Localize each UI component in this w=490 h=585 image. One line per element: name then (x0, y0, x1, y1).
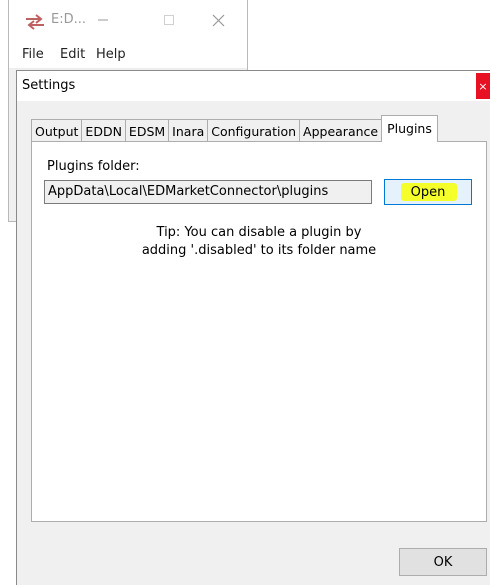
tab-appearance[interactable]: Appearance (299, 119, 383, 142)
menu-bar: File Edit Help (9, 38, 247, 69)
maximize-icon (164, 15, 174, 25)
ok-button[interactable]: OK (399, 548, 487, 576)
menu-file[interactable]: File (22, 47, 44, 62)
close-icon: × (478, 79, 488, 93)
tab-output[interactable]: Output (31, 119, 83, 142)
plugins-folder-field[interactable]: AppData\Local\EDMarketConnector\plugins (44, 180, 372, 204)
minimize-icon (98, 19, 108, 21)
tip-line-1: Tip: You can disable a plugin by (156, 225, 362, 240)
tab-edsm[interactable]: EDSM (124, 119, 170, 142)
minimize-button[interactable] (89, 8, 117, 32)
app-icon (26, 14, 44, 30)
maximize-button[interactable] (155, 8, 183, 32)
settings-dialog: Settings × Output EDDN EDSM Inara Config… (16, 70, 490, 585)
plugins-tip: Tip: You can disable a plugin by adding … (32, 224, 486, 260)
main-titlebar[interactable]: E:D... (9, 0, 247, 38)
open-button[interactable]: Open (384, 179, 472, 205)
open-button-label: Open (410, 184, 446, 200)
settings-close-button[interactable]: × (476, 73, 490, 99)
settings-tabs: Output EDDN EDSM Inara Configuration App… (31, 115, 438, 142)
ok-button-label: OK (433, 554, 453, 570)
plugins-panel: Plugins folder: AppData\Local\EDMarketCo… (31, 141, 487, 522)
menu-edit[interactable]: Edit (60, 47, 85, 62)
settings-title: Settings (22, 78, 76, 93)
tab-configuration[interactable]: Configuration (207, 119, 301, 142)
close-icon (212, 14, 224, 26)
menu-help[interactable]: Help (96, 47, 126, 62)
tab-plugins[interactable]: Plugins (381, 115, 438, 142)
main-window-title: E:D... (51, 12, 87, 27)
main-close-button[interactable] (204, 8, 232, 32)
settings-titlebar[interactable]: Settings × (17, 71, 490, 101)
tip-line-2: adding '.disabled' to its folder name (141, 243, 377, 258)
tab-eddn[interactable]: EDDN (81, 119, 126, 142)
tab-inara[interactable]: Inara (168, 119, 209, 142)
plugins-folder-label: Plugins folder: (47, 159, 140, 174)
